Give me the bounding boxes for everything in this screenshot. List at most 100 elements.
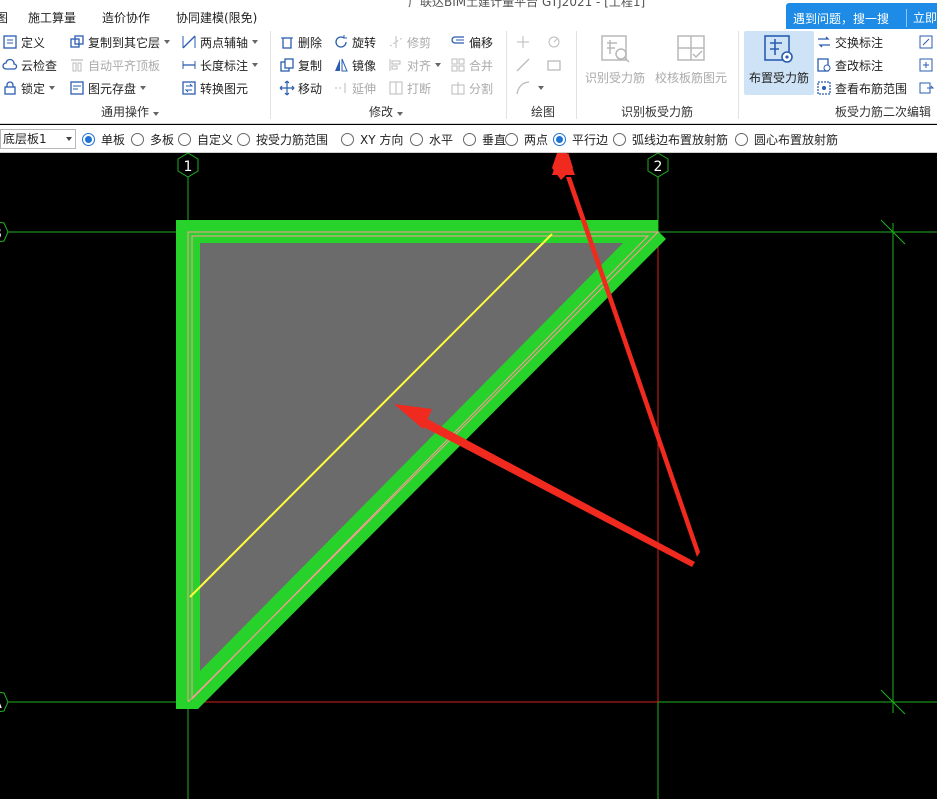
radio-icon (553, 132, 566, 146)
group-label-common-text: 通用操作 (101, 105, 150, 119)
option-radio[interactable]: XY 方向 (341, 131, 403, 147)
element-storage-label: 图元存盘 (88, 81, 137, 96)
option-radio[interactable]: 水平 (410, 131, 453, 147)
option-radio[interactable]: 弧线边布置放射筋 (613, 131, 728, 147)
recognize-rebar-icon (601, 35, 630, 63)
edit-icon (918, 34, 934, 50)
radio-icon (613, 132, 626, 146)
menu-item-collab-modeling[interactable]: 协同建模(限免) (176, 9, 257, 26)
merge-button[interactable]: 合并 (450, 55, 493, 75)
option-label: 按受力筋范围 (256, 132, 329, 147)
axis-bubble-b[interactable]: B (0, 221, 9, 243)
split-button[interactable]: 分割 (450, 78, 493, 98)
group-label-secondary: 板受力筋二次编辑 (835, 105, 932, 119)
option-radio[interactable]: 自定义 (178, 131, 233, 147)
axis-label-2: 2 (654, 159, 663, 175)
offset-button[interactable]: 偏移 (450, 32, 493, 52)
arc-dropdown-icon[interactable] (538, 86, 544, 90)
align-dropdown-icon[interactable] (435, 63, 442, 67)
length-mark-dropdown-icon[interactable] (252, 63, 259, 67)
layer-select[interactable]: 底层板1 (0, 129, 76, 149)
convert-element-button[interactable]: 转换图元 (181, 78, 248, 98)
group-modify-dropdown-icon[interactable] (397, 112, 404, 116)
option-radio[interactable]: 圆心布置放射筋 (735, 131, 838, 147)
edit-mark-button[interactable]: 查改标注 (816, 55, 883, 75)
swap-mark-label: 交换标注 (835, 35, 884, 50)
radio-icon (178, 132, 191, 146)
copy-to-floor-dropdown-icon[interactable] (164, 40, 171, 44)
cad-viewport[interactable]: 1 2 B A (0, 153, 937, 799)
break-button[interactable]: 打断 (388, 78, 431, 98)
option-label: 多板 (150, 132, 175, 147)
arc-icon (515, 80, 531, 96)
cloud-check-button[interactable]: 云检查 (2, 55, 57, 75)
length-mark-icon (181, 57, 197, 73)
option-radio[interactable]: 平行边 (553, 131, 608, 147)
align-button[interactable]: 对齐 (388, 55, 442, 75)
length-mark-label: 长度标注 (200, 58, 249, 73)
option-radio[interactable]: 多板 (131, 131, 174, 147)
place-rebar-button[interactable]: 布置受力筋 (744, 31, 814, 95)
copy-label: 复制 (298, 58, 323, 73)
axis-bubble-1[interactable]: 1 (177, 153, 199, 178)
menu-item-view[interactable]: 图 (0, 9, 8, 26)
two-point-axis-icon (181, 34, 197, 50)
element-storage-dropdown-icon[interactable] (140, 86, 147, 90)
cloud-check-icon (2, 57, 18, 73)
mirror-icon (333, 57, 349, 73)
check-rebar-button[interactable]: 校核板筋图元 (653, 31, 729, 95)
move-button[interactable]: 移动 (279, 78, 322, 98)
recognize-rebar-button[interactable]: 识别受力筋 (580, 31, 650, 95)
auto-align-top-button[interactable]: 自动平齐顶板 (69, 55, 160, 75)
delete-button[interactable]: 删除 (279, 32, 322, 52)
align-icon (388, 57, 404, 73)
draw-rectangle-button[interactable] (546, 55, 565, 75)
draw-line-button[interactable] (515, 55, 534, 75)
group-common-dropdown-icon[interactable] (153, 112, 160, 116)
rotate-button[interactable]: 旋转 (333, 32, 376, 52)
option-label: 平行边 (572, 132, 609, 147)
extra-tool-2-button[interactable] (918, 55, 937, 75)
axis-bubble-a[interactable]: A (0, 691, 9, 713)
view-range-button[interactable]: 查看布筋范围 (816, 78, 907, 98)
help-button[interactable]: 立即 (906, 9, 937, 27)
window-title: 广联达BIM土建计量平台 GTJ2021 - [工程1] (408, 0, 646, 9)
mirror-button[interactable]: 镜像 (333, 55, 376, 75)
option-radio[interactable]: 单板 (82, 131, 125, 147)
option-label: 两点 (524, 132, 549, 147)
draw-arc-button[interactable] (515, 78, 544, 98)
trim-button[interactable]: 修剪 (388, 32, 431, 52)
convert-element-label: 转换图元 (200, 81, 249, 96)
copy-to-floor-button[interactable]: 复制到其它层 (69, 32, 171, 52)
extra-tool-1-button[interactable] (918, 32, 937, 52)
chevron-down-icon (66, 137, 72, 141)
menu-item-construction-quantity[interactable]: 施工算量 (28, 9, 76, 26)
option-radio[interactable]: 按受力筋范围 (237, 131, 328, 147)
define-button[interactable]: 定义 (2, 32, 45, 52)
draw-rotate-point-button[interactable] (546, 32, 565, 52)
draw-point-button[interactable] (515, 32, 534, 52)
break-label: 打断 (407, 81, 432, 96)
two-point-axis-button[interactable]: 两点辅轴 (181, 32, 259, 52)
radio-icon (341, 132, 354, 146)
option-label: 弧线边布置放射筋 (632, 132, 729, 147)
lock-dropdown-icon[interactable] (49, 86, 56, 90)
length-mark-button[interactable]: 长度标注 (181, 55, 259, 75)
copy-button[interactable]: 复制 (279, 55, 322, 75)
slab-body[interactable] (200, 243, 623, 671)
lock-button[interactable]: 锁定 (2, 78, 56, 98)
two-point-axis-dropdown-icon[interactable] (252, 40, 259, 44)
drawing-canvas[interactable]: 1 2 B A (0, 153, 937, 799)
axis-bubble-2[interactable]: 2 (647, 153, 669, 178)
option-radio[interactable]: 两点 (505, 131, 548, 147)
rotate-label: 旋转 (352, 35, 377, 50)
element-storage-button[interactable]: 图元存盘 (69, 78, 147, 98)
radio-icon (131, 132, 144, 146)
option-radio[interactable]: 垂直 (463, 131, 506, 147)
group-label-common[interactable]: 通用操作 (101, 103, 160, 120)
extra-tool-3-button[interactable] (918, 78, 937, 98)
extend-button[interactable]: 延伸 (333, 78, 376, 98)
menu-item-cost-collaboration[interactable]: 造价协作 (102, 9, 150, 26)
swap-mark-button[interactable]: 交换标注 (816, 32, 883, 52)
group-label-modify[interactable]: 修改 (369, 103, 404, 120)
